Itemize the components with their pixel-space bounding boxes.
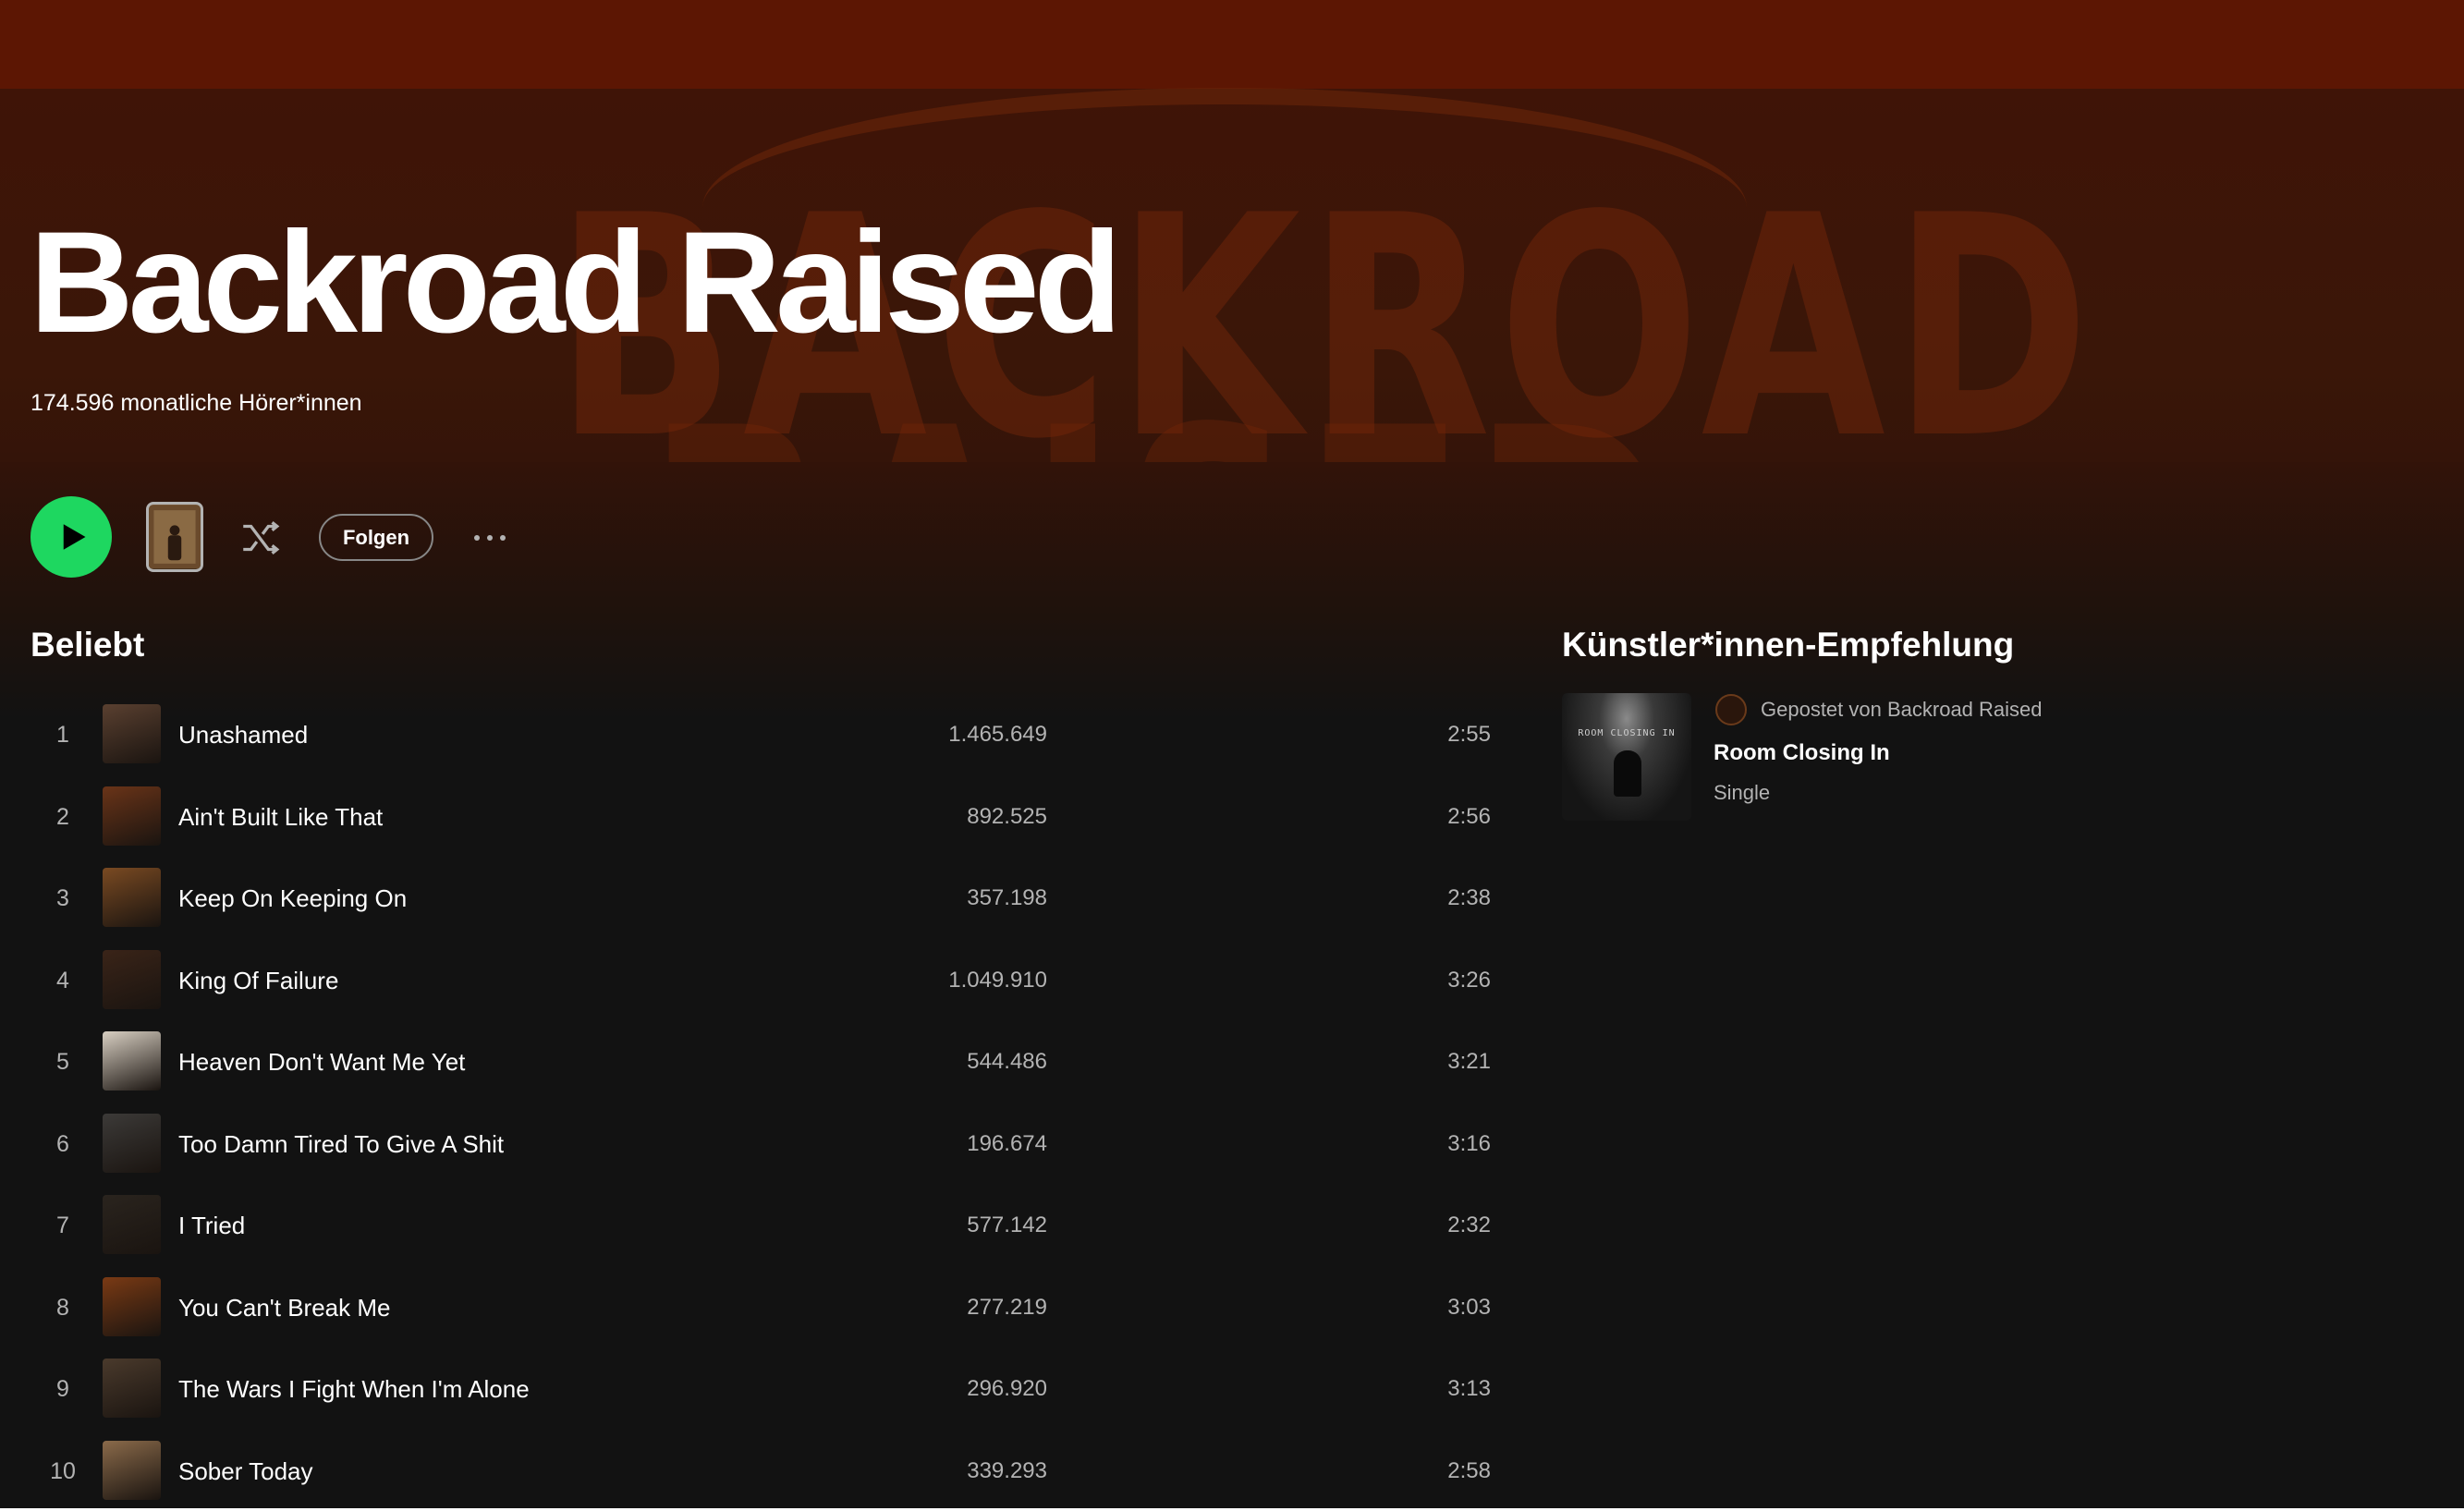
track-row[interactable]: 9 The Wars I Fight When I'm Alone 296.920 3…: [30, 1348, 1491, 1431]
track-play-count: 1.465.649: [948, 722, 1047, 747]
track-number: 8: [56, 1294, 69, 1321]
track-play-count: 357.198: [967, 885, 1047, 910]
track-title[interactable]: The Wars I Fight When I'm Alone: [178, 1348, 530, 1431]
track-number: 5: [56, 1049, 69, 1075]
artist-hero-banner: BACKROAD RAISED Backroad Raised 174.596 …: [0, 0, 2464, 462]
shuffle-button[interactable]: [236, 513, 286, 563]
track-row[interactable]: 10 Sober Today 339.293 2:58: [30, 1431, 1491, 1511]
monthly-listeners: 174.596 monatliche Hörer*innen: [30, 390, 362, 416]
artist-pick-release-type: Single: [1714, 781, 1771, 804]
track-duration: 2:56: [1447, 803, 1491, 829]
track-row[interactable]: 1 Unashamed 1.465.649 2:55: [30, 694, 1491, 776]
track-row[interactable]: 4 King Of Failure 1.049.910 3:26: [30, 940, 1491, 1022]
follow-button[interactable]: Folgen: [319, 514, 433, 561]
track-duration: 3:26: [1447, 967, 1491, 993]
track-duration: 2:32: [1447, 1212, 1491, 1237]
track-number: 6: [56, 1130, 69, 1157]
artist-pick-posted-by: Gepostet von Backroad Raised: [1761, 698, 2043, 721]
play-icon: [63, 524, 85, 550]
play-button[interactable]: [30, 496, 112, 578]
person-silhouette-icon: [149, 505, 201, 569]
track-play-count: 339.293: [967, 1457, 1047, 1483]
track-cover-art: [103, 1276, 161, 1336]
artist-pick-cover[interactable]: ROOM CLOSING IN: [1562, 693, 1691, 821]
track-cover-art: [103, 1031, 161, 1091]
shuffle-icon: [243, 521, 280, 554]
track-row[interactable]: 2 Ain't Built Like That 892.525 2:56: [30, 776, 1491, 859]
artist-pick-cover-text: ROOM CLOSING IN: [1578, 728, 1676, 738]
more-options-icon-dot: [487, 535, 493, 541]
track-cover-art: [103, 949, 161, 1009]
track-play-count: 296.920: [967, 1376, 1047, 1401]
track-duration: 3:13: [1447, 1376, 1491, 1401]
artist-pick-cover-figure: [1614, 750, 1641, 797]
track-title[interactable]: Ain't Built Like That: [178, 776, 383, 859]
track-number: 10: [50, 1457, 76, 1484]
track-title[interactable]: Keep On Keeping On: [178, 858, 407, 940]
track-duration: 3:21: [1447, 1049, 1491, 1074]
artist-pick-release-name[interactable]: Room Closing In: [1714, 740, 1890, 766]
track-title[interactable]: You Can't Break Me: [178, 1267, 390, 1349]
track-number: 7: [56, 1212, 69, 1238]
artist-pick-title: Künstler*innen-Empfehlung: [1562, 626, 2015, 664]
track-duration: 3:03: [1447, 1294, 1491, 1320]
track-title[interactable]: Too Damn Tired To Give A Shit: [178, 1103, 504, 1186]
track-number: 3: [56, 885, 69, 911]
track-number: 9: [56, 1376, 69, 1402]
artist-preview-thumbnail[interactable]: [146, 502, 203, 572]
track-cover-art: [103, 1359, 161, 1418]
track-title[interactable]: Unashamed: [178, 694, 308, 776]
track-play-count: 577.142: [967, 1212, 1047, 1237]
artist-avatar: [1715, 694, 1747, 725]
track-play-count: 1.049.910: [948, 967, 1047, 993]
track-row[interactable]: 6 Too Damn Tired To Give A Shit 196.674 3:1…: [30, 1103, 1491, 1186]
track-duration: 3:16: [1447, 1130, 1491, 1156]
more-options-button[interactable]: [464, 518, 516, 558]
more-options-icon-dot: [500, 535, 506, 541]
track-row[interactable]: 3 Keep On Keeping On 357.198 2:38: [30, 858, 1491, 940]
track-number: 4: [56, 967, 69, 993]
track-title[interactable]: Heaven Don't Want Me Yet: [178, 1021, 465, 1103]
track-play-count: 277.219: [967, 1294, 1047, 1320]
track-cover-art: [103, 704, 161, 763]
track-row[interactable]: 7 I Tried 577.142 2:32: [30, 1185, 1491, 1267]
track-row[interactable]: 8 You Can't Break Me 277.219 3:03: [30, 1267, 1491, 1349]
track-title[interactable]: Sober Today: [178, 1431, 313, 1511]
track-cover-art: [103, 1195, 161, 1254]
artist-name: Backroad Raised: [30, 202, 1122, 363]
track-title[interactable]: King Of Failure: [178, 940, 338, 1022]
hero-banner-image-lettering-2: RAISED: [647, 388, 1677, 462]
track-row[interactable]: 5 Heaven Don't Want Me Yet 544.486 3:21: [30, 1021, 1491, 1103]
track-number: 2: [56, 803, 69, 830]
track-cover-art: [103, 786, 161, 846]
track-duration: 2:55: [1447, 722, 1491, 747]
more-options-icon: [474, 535, 480, 541]
track-title[interactable]: I Tried: [178, 1185, 245, 1267]
track-cover-art: [103, 1440, 161, 1500]
track-cover-art: [103, 1113, 161, 1173]
track-play-count: 196.674: [967, 1130, 1047, 1156]
artist-page: BACKROAD RAISED Backroad Raised 174.596 …: [0, 0, 2464, 1511]
popular-section-title: Beliebt: [30, 626, 145, 664]
track-cover-art: [103, 868, 161, 927]
track-play-count: 892.525: [967, 803, 1047, 829]
action-bar-background: [0, 462, 2464, 721]
popular-track-list: 1 Unashamed 1.465.649 2:55 2 Ain't Built Like…: [30, 694, 1491, 1511]
track-duration: 2:38: [1447, 885, 1491, 910]
track-number: 1: [56, 722, 69, 748]
hero-top-band: [0, 0, 2464, 89]
track-duration: 2:58: [1447, 1457, 1491, 1483]
track-play-count: 544.486: [967, 1049, 1047, 1074]
